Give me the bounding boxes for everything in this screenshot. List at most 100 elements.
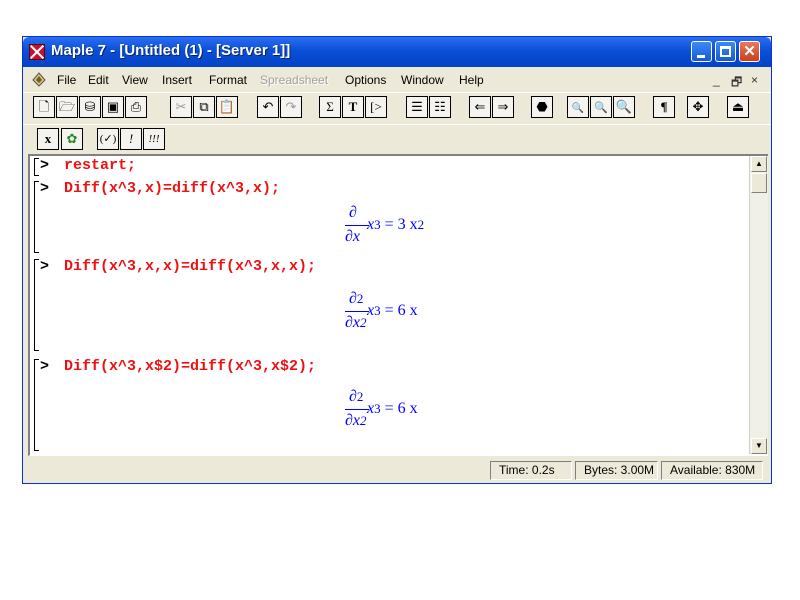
worksheet[interactable]: > restart; > Diff(x^3,x)=diff(x^3,x); ∂ …: [28, 154, 768, 456]
partial-denominator: ∂x: [345, 412, 361, 429]
mdi-restore-button[interactable]: 🗗: [731, 73, 742, 94]
input-prompt: >: [40, 157, 50, 174]
math-mode-button[interactable]: x: [37, 128, 59, 150]
maximize-button[interactable]: [715, 41, 736, 62]
open-url-button[interactable]: ⛁: [79, 96, 101, 118]
mdi-close-button[interactable]: ×: [751, 73, 758, 87]
mdi-minimize-button[interactable]: _: [713, 73, 720, 87]
restart-button[interactable]: ⏏: [727, 96, 749, 118]
output-diff-3: ∂2 ∂x2 x3 = 6 x: [345, 388, 465, 440]
menu-help[interactable]: Help: [459, 73, 484, 87]
result-power: 2: [417, 217, 425, 232]
command-diff-2[interactable]: Diff(x^3,x,x)=diff(x^3,x,x);: [64, 258, 316, 275]
stop-button[interactable]: ⬣: [531, 96, 553, 118]
close-button[interactable]: ✕: [739, 41, 760, 62]
numerator-power: 2: [356, 291, 364, 306]
fraction-bar: [345, 409, 369, 410]
cut-button[interactable]: ✂: [170, 96, 192, 118]
command-restart[interactable]: restart;: [64, 157, 136, 174]
prompt-icon: [>: [370, 99, 382, 114]
show-invisible-button[interactable]: ¶: [653, 96, 675, 118]
document-menu-icon[interactable]: [31, 71, 47, 87]
redo-button[interactable]: ↷: [280, 96, 302, 118]
partial-denominator: ∂x: [345, 228, 361, 245]
status-bytes: Bytes: 3.00M: [575, 461, 658, 480]
stop-icon: ⬣: [536, 99, 548, 114]
output-diff-2: ∂2 ∂x2 x3 = 6 x: [345, 290, 465, 342]
text-icon: T: [348, 99, 358, 114]
back-button[interactable]: ⇐: [469, 96, 491, 118]
forward-icon: ⇒: [497, 99, 509, 114]
zoom-150-button[interactable]: 🔍: [590, 96, 612, 118]
indent-icon: ☰: [411, 99, 423, 114]
restart-icon: ⏏: [731, 99, 745, 114]
zoom-100-button[interactable]: 🔍: [567, 96, 589, 118]
numerator-power: 2: [356, 389, 364, 404]
input-prompt: >: [40, 258, 50, 275]
outdent-icon: ☷: [434, 99, 446, 114]
zoom-200-icon: 🔍: [615, 99, 633, 114]
maple-input-button[interactable]: ✿: [61, 128, 83, 150]
result: = 6 x: [384, 302, 418, 319]
status-bar: Time: 0.2s Bytes: 3.00M Available: 830M: [23, 459, 771, 483]
minimize-button[interactable]: [691, 41, 712, 62]
menu-format[interactable]: Format: [209, 73, 247, 87]
text-input-button[interactable]: T: [342, 96, 364, 118]
command-diff-3[interactable]: Diff(x^3,x$2)=diff(x^3,x$2);: [64, 358, 316, 375]
check-syntax-button[interactable]: (✓): [97, 128, 119, 150]
fraction-bar: [345, 311, 369, 312]
new-button[interactable]: 🗋: [33, 96, 55, 118]
execution-group-1: [34, 158, 39, 176]
outdent-button[interactable]: ☷: [429, 96, 451, 118]
expand-button[interactable]: ✥: [687, 96, 709, 118]
print-button[interactable]: ⎙: [125, 96, 147, 118]
window-title: Maple 7 - [Untitled (1) - [Server 1]]: [51, 42, 291, 59]
insert-prompt-button[interactable]: [>: [365, 96, 387, 118]
execute-all-button[interactable]: !!!: [143, 128, 165, 150]
menu-view[interactable]: View: [122, 73, 148, 87]
command-diff-1[interactable]: Diff(x^3,x)=diff(x^3,x);: [64, 180, 280, 197]
arrow-up-icon: ▲: [755, 159, 763, 168]
menu-insert[interactable]: Insert: [162, 73, 192, 87]
maple-app-icon[interactable]: [29, 44, 45, 60]
execute-icon: !: [128, 131, 134, 146]
menu-window[interactable]: Window: [401, 73, 444, 87]
partial-numerator: ∂: [349, 204, 357, 221]
menu-file[interactable]: File: [57, 73, 76, 87]
menu-options[interactable]: Options: [345, 73, 386, 87]
math-input-button[interactable]: Σ: [319, 96, 341, 118]
fraction-bar: [345, 225, 369, 226]
open-button[interactable]: 🗁: [56, 96, 78, 118]
arrow-down-icon: ▼: [755, 441, 763, 450]
result: = 6 x: [384, 400, 418, 417]
result: = 3 x: [384, 216, 418, 233]
zoom-150-icon: 🔍: [594, 102, 608, 114]
scroll-down-button[interactable]: ▼: [751, 438, 767, 454]
vertical-scrollbar[interactable]: ▲ ▼: [749, 156, 768, 454]
menu-bar: File Edit View Insert Format Spreadsheet…: [23, 69, 771, 91]
paste-button[interactable]: 📋: [216, 96, 238, 118]
lhs-power: 3: [374, 217, 381, 232]
zoom-100-icon: 🔍: [571, 103, 585, 114]
menu-edit[interactable]: Edit: [88, 73, 109, 87]
indent-button[interactable]: ☰: [406, 96, 428, 118]
forward-button[interactable]: ⇒: [492, 96, 514, 118]
save-button[interactable]: ▣: [102, 96, 124, 118]
execute-button[interactable]: !: [120, 128, 142, 150]
undo-button[interactable]: ↶: [257, 96, 279, 118]
scroll-thumb[interactable]: [751, 173, 767, 193]
open-url-icon: ⛁: [84, 99, 96, 114]
back-icon: ⇐: [474, 99, 486, 114]
scroll-up-button[interactable]: ▲: [751, 156, 767, 172]
status-available: Available: 830M: [661, 461, 763, 480]
copy-button[interactable]: ⧉: [193, 96, 215, 118]
status-time: Time: 0.2s: [490, 461, 572, 480]
execution-group-2: [34, 181, 39, 253]
minimize-icon: [697, 55, 705, 58]
zoom-200-button[interactable]: 🔍: [613, 96, 635, 118]
title-bar[interactable]: Maple 7 - [Untitled (1) - [Server 1]] ✕: [23, 37, 771, 67]
menu-spreadsheet[interactable]: Spreadsheet: [260, 73, 328, 87]
execution-group-3: [34, 259, 39, 351]
x-icon: x: [44, 131, 52, 146]
input-prompt: >: [40, 358, 50, 375]
